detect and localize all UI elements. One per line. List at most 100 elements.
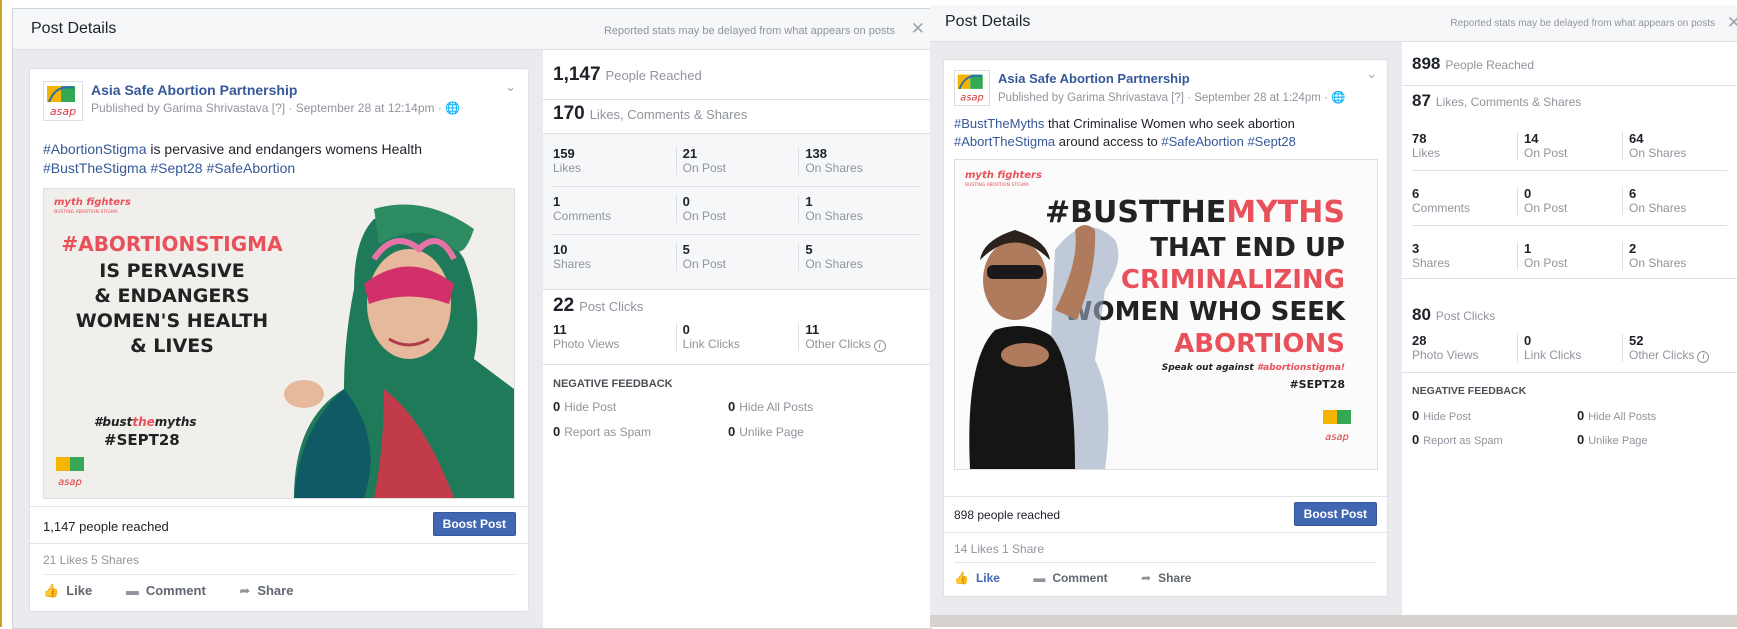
poster-line-1: THAT END UP [1150, 233, 1345, 263]
post-clicks-stat: 22 Post Clicks [553, 295, 643, 317]
likes-shares-count[interactable]: 14 Likes 1 Share [954, 542, 1044, 556]
stat-value: 0 [1524, 186, 1532, 201]
unlike-page-stat: 0 Unlike Page [728, 424, 804, 439]
action-bar: 👍 Like ▬ Comment ➦ Share [43, 574, 515, 598]
hashtag-link[interactable]: #AbortionStigma [43, 141, 147, 157]
report-spam-label: Report as Spam [1423, 435, 1503, 447]
hashtag-link[interactable]: #Sept28 [150, 160, 202, 176]
close-icon[interactable]: ✕ [1727, 13, 1737, 33]
page-name-link[interactable]: Asia Safe Abortion Partnership [998, 71, 1190, 86]
stat-label: On Post [1524, 201, 1568, 215]
people-reached-label: People Reached [1445, 58, 1535, 72]
counts-row: 14 Likes 1 Share [944, 532, 1387, 556]
stat-label: Comments [553, 209, 612, 223]
page-name-link[interactable]: Asia Safe Abortion Partnership [91, 82, 297, 98]
stat-cell: 78 Likes [1412, 132, 1441, 161]
share-button[interactable]: ➦ Share [1141, 571, 1191, 585]
stat-cell: 6 On Shares [1622, 187, 1686, 215]
share-arrow-icon: ➦ [1141, 571, 1152, 585]
chevron-down-icon[interactable]: ⌄ [1366, 66, 1377, 82]
stat-label: Other Clicks [805, 337, 871, 351]
stat-cell: 11 Other Clicks i [798, 323, 886, 352]
report-spam-value: 0 [1412, 432, 1420, 447]
people-reached-text: 1,147 people reached [43, 519, 169, 534]
people-reached-value: 1,147 [553, 64, 601, 85]
brand-sub-label: BUSTING ABORTION STIGMA [965, 182, 1030, 188]
share-button[interactable]: ➦ Share [239, 583, 293, 598]
asap-logo-text: asap [1325, 432, 1349, 443]
stat-value: 6 [1412, 186, 1420, 201]
people-reached-label: People Reached [605, 68, 702, 83]
stat-label: On Shares [805, 257, 863, 271]
hashtag-link[interactable]: #SafeAbortion [206, 160, 295, 176]
poster-headline: #ABORTIONSTIGMA [61, 232, 283, 256]
stat-label: On Post [1524, 256, 1568, 270]
unlike-page-stat: 0 Unlike Page [1577, 432, 1648, 447]
message-text: is pervasive and endangers womens Health [146, 141, 423, 157]
hide-post-value: 0 [553, 399, 561, 414]
poster-line-3: WOMEN WHO SEEK [1064, 297, 1346, 327]
stat-cell: 10 Shares [553, 243, 592, 272]
hashtag-link[interactable]: #SafeAbortion [1161, 134, 1243, 149]
post-image[interactable]: myth fighters BUSTING ABORTION STIGMA #B… [954, 159, 1378, 470]
page-avatar[interactable]: asap [43, 81, 83, 121]
hashtag-link[interactable]: #AbortTheStigma [954, 134, 1055, 149]
chevron-down-icon[interactable]: ⌄ [505, 79, 516, 95]
engagement-stat: 170 Likes, Comments & Shares [553, 103, 747, 125]
stat-value: 64 [1629, 131, 1644, 146]
hide-all-posts-label: Hide All Posts [739, 400, 814, 414]
divider [543, 133, 931, 134]
stats-delay-note: Reported stats may be delayed from what … [603, 25, 895, 37]
stat-value: 5 [805, 242, 813, 257]
poster-headline: #BUSTTHEMYTHS [1045, 195, 1345, 230]
likes-shares-count[interactable]: 21 Likes 5 Shares [43, 553, 139, 567]
comment-button[interactable]: ▬ Comment [126, 583, 206, 598]
hashtag-link[interactable]: #Sept28 [1247, 134, 1295, 149]
stat-label: Shares [553, 257, 592, 271]
stat-value: 28 [1412, 333, 1427, 348]
post-details-dialog-1: Post Details Reported stats may be delay… [12, 8, 932, 629]
like-button[interactable]: 👍 Like [954, 571, 1000, 585]
close-icon[interactable]: ✕ [911, 19, 925, 39]
hashtag-link[interactable]: #BustTheMyths [954, 116, 1044, 131]
post-clicks-label: Post Clicks [579, 299, 644, 314]
boost-post-button[interactable]: Boost Post [432, 512, 516, 536]
stat-label: On Post [1524, 146, 1568, 160]
post-image[interactable]: myth fighters BUSTING ABORTION STIGMA #A… [43, 188, 515, 499]
brand-sub-label: BUSTING ABORTION STIGMA [54, 209, 119, 215]
stat-label: Likes [1412, 146, 1441, 160]
stat-cell: 1 On Post [1517, 242, 1567, 270]
stat-value: 5 [682, 242, 690, 257]
date-tag: #SEPT28 [104, 431, 180, 449]
globe-icon: 🌐 [1331, 92, 1346, 104]
post-message-line: #AbortTheStigma around access to #SafeAb… [954, 133, 1374, 151]
hide-post-label: Hide Post [564, 400, 617, 414]
stat-cell: 0 On Post [675, 195, 727, 223]
message-text: that Criminalise Women who seek abortion [1044, 116, 1295, 131]
page-avatar[interactable]: asap [954, 70, 990, 106]
info-icon[interactable]: i [1697, 351, 1710, 363]
stat-cell: 6 Comments [1412, 186, 1470, 216]
stat-label: Photo Views [1412, 348, 1479, 362]
divider [543, 289, 931, 290]
stat-value: 21 [682, 146, 698, 161]
comment-icon: ▬ [1033, 571, 1046, 585]
stat-value: 52 [1629, 333, 1644, 348]
stat-label: On Post [682, 161, 727, 175]
stat-label: Photo Views [553, 337, 620, 351]
hide-all-posts-stat: 0 Hide All Posts [1577, 408, 1656, 423]
stat-value: 1 [805, 194, 813, 209]
like-label: Like [66, 583, 93, 598]
thumbs-up-icon: 👍 [954, 571, 969, 585]
poster-line-3: WOMEN'S HEALTH [76, 310, 268, 332]
stats-column: 1,147 People Reached 170 Likes, Comments &… [543, 50, 931, 628]
like-button[interactable]: 👍 Like [43, 583, 92, 598]
boost-post-button[interactable]: Boost Post [1293, 502, 1377, 526]
comment-button[interactable]: ▬ Comment [1033, 571, 1107, 585]
stat-cell: 1 Comments [553, 195, 612, 224]
thumbs-up-icon: 👍 [43, 583, 60, 598]
hashtag-link[interactable]: #BustTheStigma [43, 160, 147, 176]
info-icon[interactable]: i [873, 340, 886, 352]
stat-label: Shares [1412, 256, 1451, 270]
stat-label: On Post [682, 209, 727, 223]
